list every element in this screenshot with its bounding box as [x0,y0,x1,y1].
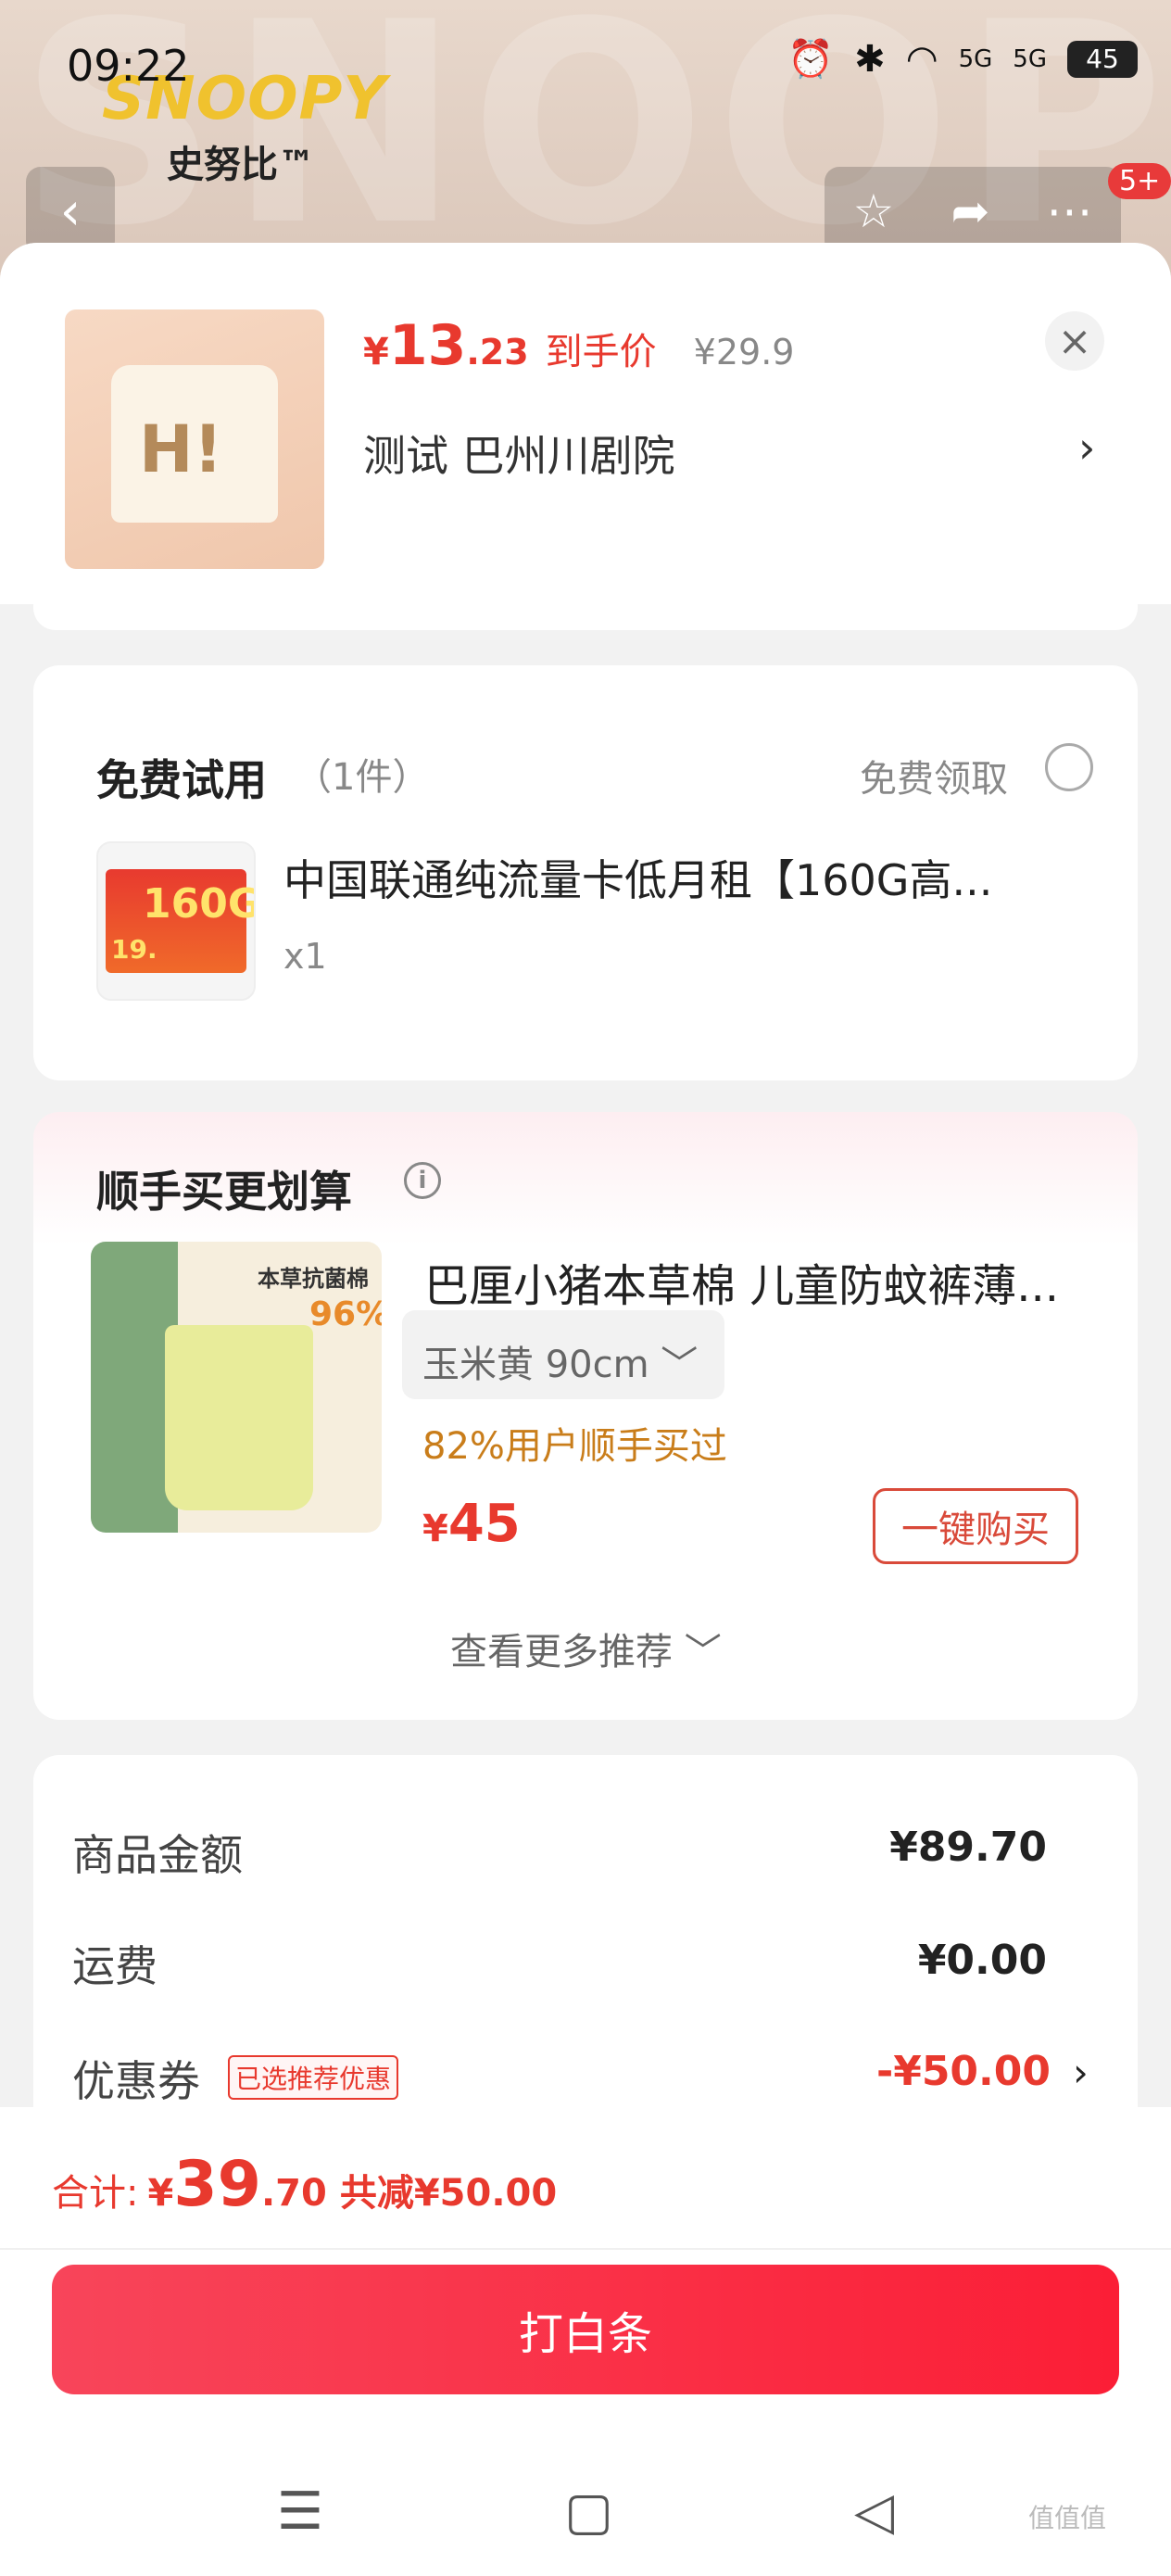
back-icon[interactable]: ◁ [854,2481,894,2542]
shipping-label: 运费 [72,1941,157,1991]
price-currency: ¥ [363,331,389,373]
collapsed-card [33,593,1138,630]
pants-image[interactable]: 本草抗菌棉 96% [91,1242,382,1533]
brand-logo-cn: 史努比™ [167,144,315,186]
signal-5g-icon: 5G [1013,44,1047,73]
coupon-value[interactable]: -¥50.00 [876,2048,1051,2095]
close-button[interactable]: × [1045,311,1104,371]
free-item-qty: x1 [283,936,327,977]
free-claim-label: 免费领取 [860,758,1008,801]
pants-graphic [165,1325,313,1510]
goods-amount-label: 商品金额 [72,1830,243,1880]
status-time: 09:22 [67,41,190,91]
addon-title: 顺手买更划算 [96,1167,352,1217]
sku-text[interactable]: 玉米黄 90cm ﹀ [422,1334,698,1388]
total-row: 合计: ¥ 39 .70 共减¥50.00 [52,2148,557,2221]
goods-amount-value: ¥89.70 [889,1824,1047,1871]
bluetooth-icon: ✱ [854,37,886,81]
pants-image-rate: 96% [309,1295,382,1333]
price-tag: 到手价 [545,331,657,373]
addon-price: ¥ 45 [422,1494,521,1554]
free-trial-title: 免费试用 [96,755,267,805]
free-item-name[interactable]: 中国联通纯流量卡低月租【160G高... [283,847,992,908]
system-nav-bar: ☰ ▢ ◁ [0,2446,1171,2576]
addon-price-value: 45 [447,1494,521,1554]
total-integer: 39 [173,2148,261,2221]
pay-button[interactable]: 打白条 [52,2265,1119,2394]
info-icon[interactable]: i [404,1162,441,1199]
price-decimal: .23 [466,332,529,373]
one-click-buy-button[interactable]: 一键购买 [873,1488,1078,1564]
price-integer: 13 [388,313,467,378]
product-image: H! [65,309,324,569]
cart-badge: 5+ [1108,163,1171,199]
sim-price: 19. [111,934,157,965]
divider [0,2248,1171,2250]
alarm-icon: ⏰ [787,38,835,81]
share-icon[interactable]: ➦ [951,184,989,238]
variant-selector[interactable]: 测试 巴州川剧院 [363,423,675,484]
total-decimal: .70 [260,2172,327,2215]
total-reduction: 共减¥50.00 [339,2172,558,2215]
signal-5g-icon: 5G [958,44,993,73]
original-price: ¥29.9 [693,332,795,373]
free-claim-radio[interactable] [1045,743,1093,791]
total-label: 合计: [52,2172,139,2215]
wifi-icon: ◠ [905,37,938,81]
more-recommendations-link[interactable]: 查看更多推荐 ﹀ [450,1622,722,1675]
menu-icon[interactable]: ☰ [277,2481,323,2542]
sim-card-graphic: 160G 19. [106,869,254,973]
tshirt-print: H! [139,411,223,487]
more-icon[interactable]: ⋯ [1046,184,1092,238]
sim-data-amount: 160G [143,880,256,928]
coupon-recommended-tag: 已选推荐优惠 [228,2055,399,2100]
price-row: ¥ 13 .23 到手价 ¥29.9 [363,313,794,378]
watermark: 值值值 [1028,2503,1107,2533]
addon-item-name[interactable]: 巴厘小猪本草棉 儿童防蚊裤薄... [424,1249,1059,1314]
pants-image-label: 本草抗菌棉 [258,1266,369,1292]
sim-card-image: 160G 19. [96,841,256,1001]
addon-buy-rate: 82%用户顺手买过 [422,1425,727,1468]
chevron-right-icon[interactable]: › [1078,423,1095,473]
coupon-label: 优惠券 [72,2056,200,2106]
favorite-icon[interactable]: ☆ [853,184,895,238]
home-icon[interactable]: ▢ [564,2481,613,2542]
free-trial-count: （1件） [295,756,430,799]
addon-price-currency: ¥ [422,1508,448,1550]
shipping-value: ¥0.00 [917,1937,1047,1984]
battery-icon: 45 [1067,40,1138,78]
total-currency: ¥ [147,2172,174,2215]
status-icons: ⏰ ✱ ◠ 5G 5G 45 [787,37,1138,81]
chevron-right-icon[interactable]: › [1073,2050,1089,2095]
